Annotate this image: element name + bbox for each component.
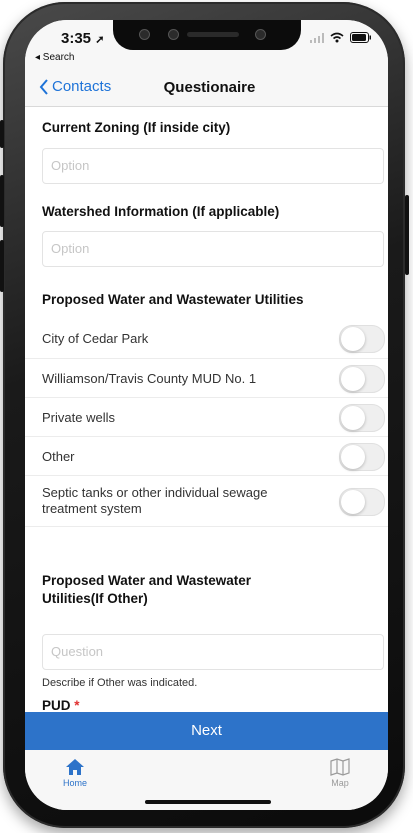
- utility-option-label: City of Cedar Park: [42, 331, 149, 346]
- speaker-grille: [187, 32, 239, 37]
- other-utilities-helper: Describe if Other was indicated.: [42, 677, 198, 689]
- required-marker: *: [74, 698, 80, 712]
- sensor-dot: [168, 29, 179, 40]
- tab-home[interactable]: Home: [45, 758, 105, 788]
- watershed-title: Watershed Information (If applicable): [42, 204, 280, 219]
- utilities-title: Proposed Water and Wastewater Utilities: [42, 292, 304, 307]
- watershed-select[interactable]: Option: [42, 231, 384, 267]
- sensor-dot: [255, 29, 266, 40]
- utility-toggle[interactable]: [339, 325, 385, 353]
- status-icons: [310, 32, 372, 43]
- pud-label-text: PUD: [42, 698, 71, 712]
- power-button: [405, 195, 409, 275]
- zoning-placeholder: Option: [51, 158, 90, 173]
- status-bar: 3:35 ➚ ◂ Search: [25, 20, 388, 70]
- utility-option-row: Private wells: [25, 398, 388, 437]
- utility-option-row: City of Cedar Park: [25, 318, 388, 359]
- utility-option-label: Williamson/Travis County MUD No. 1: [42, 371, 257, 386]
- tab-map-label: Map: [331, 778, 349, 788]
- utility-option-label: Septic tanks or other individual sewage …: [42, 485, 268, 516]
- zoning-title: Current Zoning (If inside city): [42, 120, 231, 135]
- home-indicator: [145, 800, 271, 804]
- status-time: 3:35 ➚: [61, 30, 105, 47]
- pud-label: PUD *: [42, 697, 80, 712]
- utility-toggle[interactable]: [339, 365, 385, 393]
- utility-option-row: Williamson/Travis County MUD No. 1: [25, 359, 388, 398]
- toggle-knob: [341, 367, 365, 391]
- location-arrow-icon: ➚: [95, 34, 105, 46]
- utility-option-label: Private wells: [42, 410, 115, 425]
- phone-screen: 3:35 ➚ ◂ Search Contacts Questionaire Cu…: [25, 20, 388, 810]
- navigation-bar: Contacts Questionaire: [25, 70, 388, 107]
- next-button[interactable]: Next: [25, 712, 388, 750]
- tab-map[interactable]: Map: [310, 758, 370, 788]
- utility-option-row: Septic tanks or other individual sewage …: [25, 476, 388, 527]
- back-to-app[interactable]: ◂ Search: [35, 52, 74, 63]
- map-icon: [330, 758, 350, 776]
- toggle-knob: [341, 406, 365, 430]
- utility-option-row: Other: [25, 437, 388, 476]
- toggle-knob: [341, 490, 365, 514]
- toggle-knob: [341, 445, 365, 469]
- camera-dot: [139, 29, 150, 40]
- other-utilities-placeholder: Question: [51, 644, 104, 659]
- utility-option-label: Other: [42, 449, 75, 464]
- page-title: Questionaire: [163, 79, 256, 96]
- utility-toggle[interactable]: [339, 443, 385, 471]
- tab-home-label: Home: [62, 778, 87, 788]
- other-utilities-input[interactable]: Question: [42, 634, 384, 670]
- utility-toggle[interactable]: [339, 404, 385, 432]
- other-utilities-title: Proposed Water and Wastewater Utilities(…: [42, 573, 252, 606]
- watershed-placeholder: Option: [51, 241, 90, 256]
- wifi-icon: [330, 32, 344, 43]
- toggle-knob: [341, 327, 365, 351]
- battery-icon: [350, 32, 371, 43]
- signal-icon: [310, 32, 324, 43]
- utility-toggle[interactable]: [339, 488, 385, 516]
- home-icon: [66, 759, 84, 775]
- camera-notch: [113, 20, 301, 50]
- volume-up-button: [0, 175, 4, 227]
- volume-down-button: [0, 240, 4, 292]
- zoning-select[interactable]: Option: [42, 148, 384, 184]
- mute-switch: [0, 120, 4, 148]
- form-content: Current Zoning (If inside city) Option W…: [25, 107, 388, 712]
